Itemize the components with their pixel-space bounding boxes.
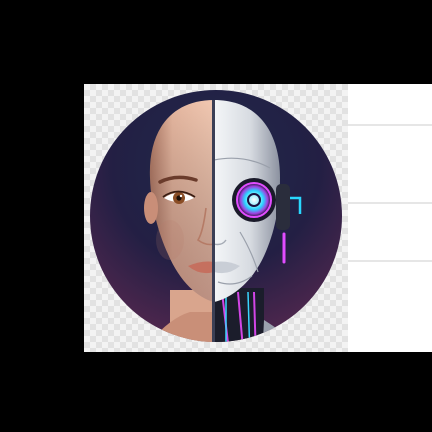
split-seam xyxy=(212,100,215,342)
ai-face-illustration xyxy=(90,90,342,342)
